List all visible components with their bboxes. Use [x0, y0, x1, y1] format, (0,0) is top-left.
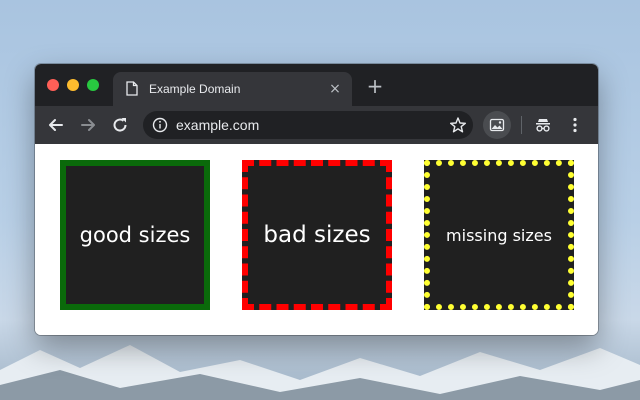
image-extension-icon [489, 118, 505, 132]
minimize-window-button[interactable] [67, 79, 79, 91]
address-bar[interactable]: example.com [143, 111, 473, 139]
missing-sizes-label: missing sizes [446, 225, 552, 245]
image-extension-button[interactable] [483, 111, 511, 139]
url-text: example.com [176, 117, 260, 133]
bad-sizes-box: bad sizes [242, 160, 392, 310]
new-tab-button[interactable]: + [365, 76, 385, 97]
forward-arrow-icon[interactable] [79, 116, 97, 134]
tab-example-domain[interactable]: Example Domain × [113, 72, 352, 106]
reload-icon[interactable] [111, 116, 129, 134]
desktop-mountains [0, 345, 640, 400]
missing-sizes-box: missing sizes [424, 160, 574, 310]
page-icon [126, 81, 138, 96]
good-sizes-label: good sizes [79, 223, 191, 247]
back-arrow-icon[interactable] [47, 116, 65, 134]
info-icon[interactable] [152, 117, 168, 133]
close-icon[interactable]: × [326, 80, 344, 98]
more-menu-icon[interactable] [566, 116, 584, 134]
browser-window: Example Domain × + example.com good size… [35, 64, 598, 335]
browser-toolbar: example.com [35, 106, 598, 144]
zoom-window-button[interactable] [87, 79, 99, 91]
title-bar: Example Domain × + [35, 64, 598, 106]
bad-sizes-label: bad sizes [263, 222, 371, 248]
star-icon[interactable] [449, 116, 467, 134]
tab-title: Example Domain [149, 82, 241, 96]
page-content: good sizes bad sizes missing sizes [35, 144, 598, 335]
close-window-button[interactable] [47, 79, 59, 91]
toolbar-divider [521, 116, 522, 134]
incognito-icon[interactable] [534, 116, 552, 134]
good-sizes-box: good sizes [60, 160, 210, 310]
